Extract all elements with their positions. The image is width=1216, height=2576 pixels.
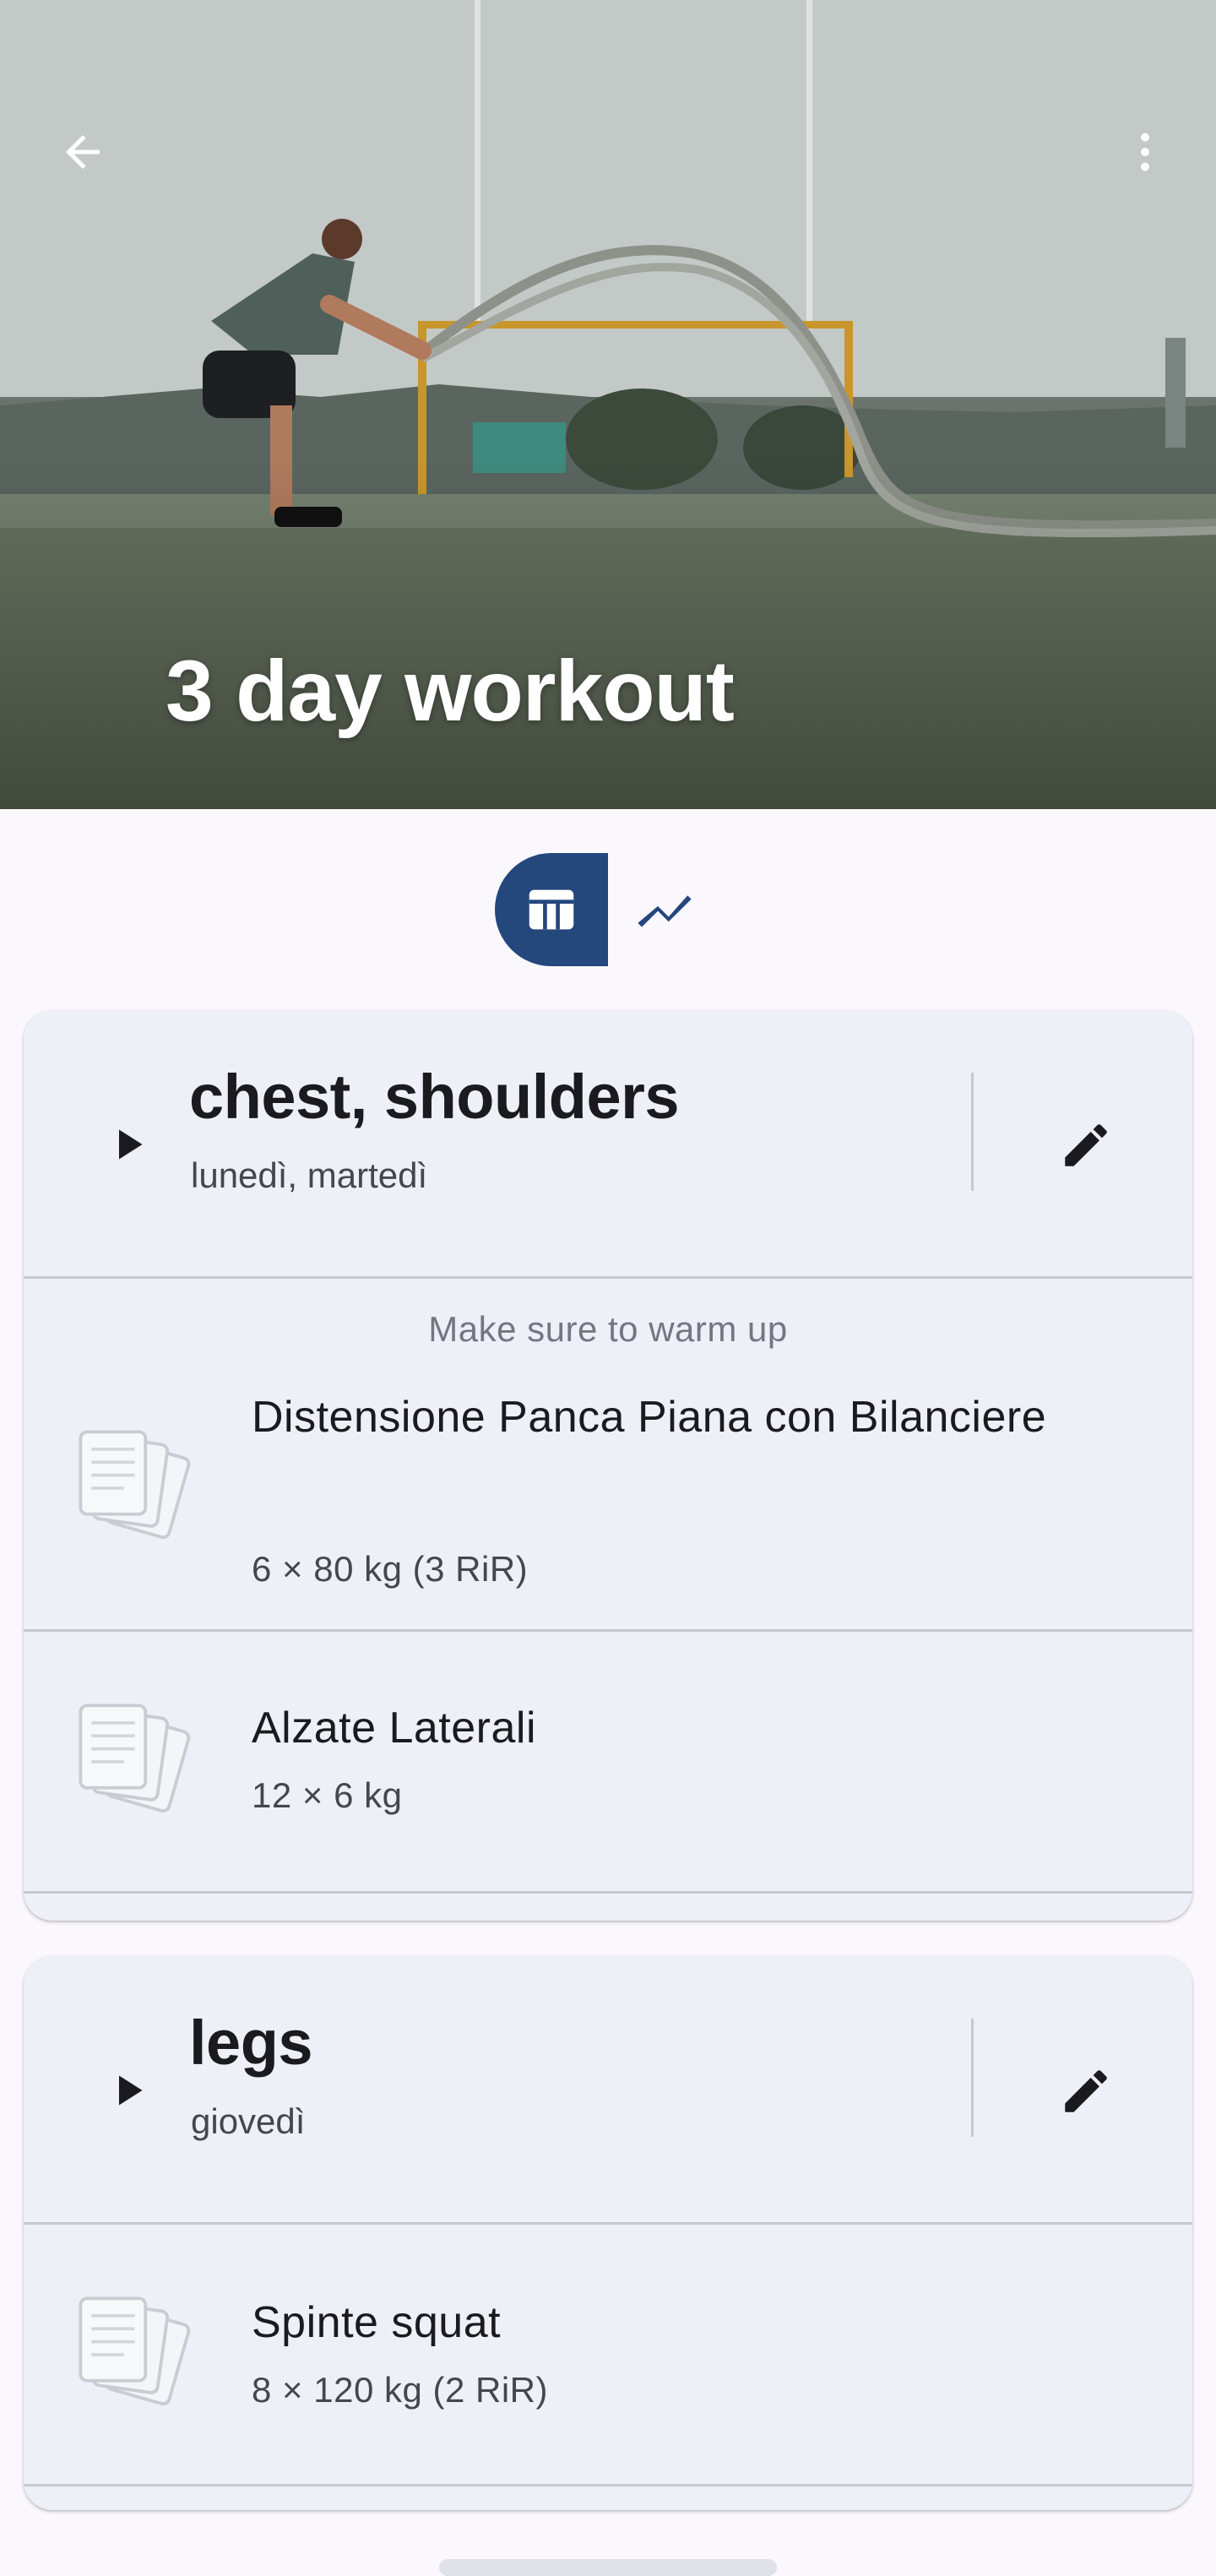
- edit-pencil-icon: [1065, 2070, 1107, 2112]
- day-title: legs: [189, 2008, 313, 2078]
- exercise-sets: 8 × 120 kg (2 RiR): [252, 2370, 548, 2410]
- hero-banner: 3 day workout: [0, 0, 1216, 809]
- header-divider: [971, 1073, 974, 1191]
- exercise-placeholder-icon: [79, 1704, 191, 1813]
- card-footer: [24, 1894, 1192, 1917]
- day-weekdays: giovedì: [191, 2101, 306, 2141]
- play-icon: [119, 1129, 143, 1160]
- table-view-button[interactable]: [495, 853, 608, 966]
- start-workout-button[interactable]: [90, 1106, 166, 1182]
- edit-day-button[interactable]: [1044, 1103, 1128, 1187]
- day-title: chest, shoulders: [189, 1062, 680, 1132]
- start-workout-button[interactable]: [90, 2052, 166, 2128]
- page-title: 3 day workout: [166, 643, 735, 739]
- more-options-button[interactable]: [1103, 110, 1187, 194]
- edit-pencil-icon: [1065, 1124, 1107, 1166]
- table-icon: [529, 889, 574, 930]
- exercise-name: Alzate Laterali: [252, 1704, 537, 1753]
- play-icon: [119, 2075, 143, 2106]
- day-card-header[interactable]: chest, shoulders lunedì, martedì: [24, 1010, 1192, 1279]
- exercise-row[interactable]: Spinte squat 8 × 120 kg (2 RiR): [24, 2225, 1192, 2486]
- view-toggle: [495, 853, 721, 966]
- more-vert-icon: [1141, 133, 1149, 171]
- exercise-placeholder-icon: [79, 2296, 191, 2406]
- exercise-name: Spinte squat: [252, 2298, 502, 2347]
- arrow-back-icon: [66, 135, 100, 169]
- exercise-name: Distensione Panca Piana con Bilanciere: [252, 1393, 1047, 1442]
- back-button[interactable]: [41, 110, 125, 194]
- day-card: chest, shoulders lunedì, martedì Make su…: [24, 1010, 1192, 1921]
- exercise-row[interactable]: Make sure to warm up Distensione Panca P…: [24, 1279, 1192, 1632]
- day-note: Make sure to warm up: [428, 1309, 788, 1349]
- exercise-sets: 12 × 6 kg: [252, 1775, 403, 1815]
- edit-day-button[interactable]: [1044, 2049, 1128, 2133]
- exercise-sets: 6 × 80 kg (3 RiR): [252, 1549, 529, 1589]
- exercise-row[interactable]: Alzate Laterali 12 × 6 kg: [24, 1632, 1192, 1894]
- day-weekdays: lunedì, martedì: [191, 1155, 428, 1195]
- day-card: legs giovedì Spinte squat 8 × 120 kg (2 …: [24, 1956, 1192, 2510]
- exercise-placeholder-icon: [79, 1430, 191, 1540]
- bottom-sheet-handle[interactable]: [439, 2559, 777, 2576]
- card-footer: [24, 2486, 1192, 2510]
- header-divider: [971, 2019, 974, 2137]
- day-card-header[interactable]: legs giovedì: [24, 1956, 1192, 2225]
- trending-up-icon: [638, 895, 692, 927]
- chart-view-button[interactable]: [608, 853, 721, 966]
- hero-shade: [0, 454, 1216, 809]
